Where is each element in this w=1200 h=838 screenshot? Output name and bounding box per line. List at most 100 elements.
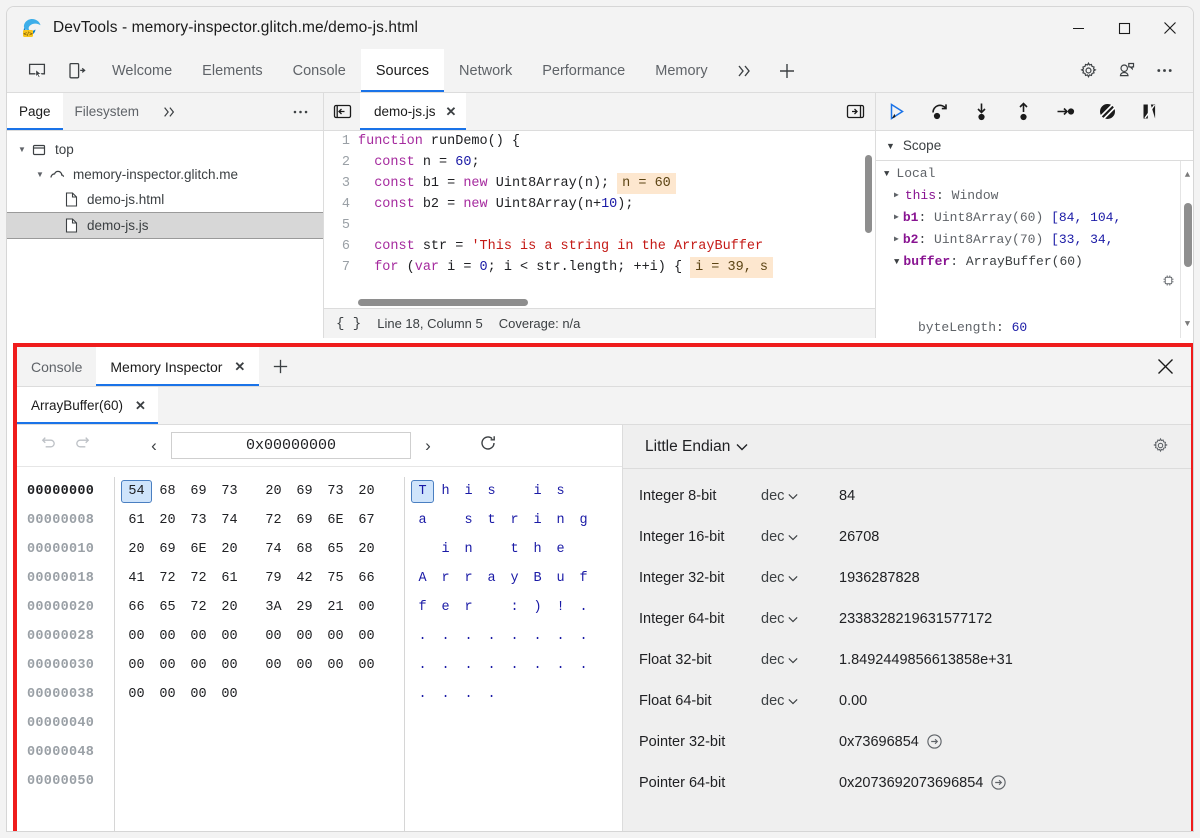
- more-options-icon[interactable]: [1145, 49, 1183, 93]
- ascii-cell[interactable]: .: [411, 687, 434, 702]
- ascii-cell[interactable]: T: [411, 480, 434, 503]
- hex-byte-cell[interactable]: 00: [152, 658, 183, 673]
- next-page-button[interactable]: ›: [411, 436, 445, 456]
- hex-byte-cell[interactable]: 20: [121, 542, 152, 557]
- ascii-cell[interactable]: .: [526, 658, 549, 673]
- hex-byte-cell[interactable]: 00: [289, 629, 320, 644]
- ascii-cell[interactable]: [572, 484, 595, 499]
- tree-node-origin[interactable]: ▼ memory-inspector.glitch.me: [7, 162, 323, 187]
- add-drawer-tab-icon[interactable]: [259, 347, 302, 386]
- ascii-cell[interactable]: :: [503, 600, 526, 615]
- hex-byte-cell[interactable]: 69: [152, 542, 183, 557]
- collapse-triangle-icon[interactable]: ▼: [894, 251, 899, 317]
- ascii-cell[interactable]: u: [549, 571, 572, 586]
- hex-byte-cell[interactable]: 74: [258, 542, 289, 557]
- hex-byte-cell[interactable]: 3A: [258, 600, 289, 615]
- editor-tab-demo-js-js[interactable]: demo-js.js ✕: [360, 93, 466, 130]
- tab-console[interactable]: Console: [278, 49, 361, 92]
- hex-dump[interactable]: 00000000 00000008 00000010 00000018 0000…: [17, 467, 622, 832]
- ascii-cell[interactable]: [480, 600, 503, 615]
- hex-byte-cell[interactable]: 41: [121, 571, 152, 586]
- scope-scrollbar[interactable]: ▲ ▼: [1180, 161, 1193, 338]
- tree-node-top[interactable]: ▼ top: [7, 137, 323, 162]
- hex-byte-cell[interactable]: 72: [152, 571, 183, 586]
- ascii-cell[interactable]: h: [434, 484, 457, 499]
- hex-byte-cell[interactable]: 00: [351, 658, 382, 673]
- feedback-icon[interactable]: [1107, 49, 1145, 93]
- hex-byte-cell[interactable]: 73: [183, 513, 214, 528]
- hex-byte-cell[interactable]: 00: [320, 629, 351, 644]
- ascii-cell[interactable]: .: [526, 629, 549, 644]
- hex-byte-cell[interactable]: 73: [214, 484, 245, 499]
- hex-byte-cell[interactable]: 00: [121, 629, 152, 644]
- gear-icon[interactable]: [1152, 437, 1169, 457]
- ascii-cell[interactable]: i: [526, 484, 549, 499]
- close-icon[interactable]: ✕: [135, 398, 146, 414]
- ascii-cell[interactable]: .: [434, 658, 457, 673]
- expand-triangle-icon[interactable]: ▶: [894, 207, 899, 229]
- ascii-cell[interactable]: .: [411, 629, 434, 644]
- hex-byte-cell[interactable]: 00: [183, 687, 214, 702]
- hex-byte-cell[interactable]: 72: [258, 513, 289, 528]
- hex-byte-cell[interactable]: 00: [152, 629, 183, 644]
- hex-byte-cell[interactable]: 21: [320, 600, 351, 615]
- ascii-cell[interactable]: i: [526, 513, 549, 528]
- ascii-cell[interactable]: e: [434, 600, 457, 615]
- hex-byte-cell[interactable]: 74: [214, 513, 245, 528]
- hex-byte-cell[interactable]: 00: [351, 600, 382, 615]
- step-out-icon[interactable]: [1002, 101, 1044, 122]
- ascii-cell[interactable]: A: [411, 571, 434, 586]
- tab-elements[interactable]: Elements: [187, 49, 277, 92]
- close-drawer-button[interactable]: [1139, 347, 1191, 386]
- ascii-cell[interactable]: f: [572, 571, 595, 586]
- ascii-cell[interactable]: y: [503, 571, 526, 586]
- scope-row-buffer[interactable]: ▼buffer: ArrayBuffer(60): [876, 251, 1193, 317]
- nav-tab-filesystem[interactable]: Filesystem: [63, 93, 152, 130]
- tree-node-demo-js-js[interactable]: demo-js.js: [7, 212, 323, 239]
- hex-byte-cell[interactable]: 61: [121, 513, 152, 528]
- hex-byte-cell[interactable]: 68: [289, 542, 320, 557]
- value-mode-dropdown[interactable]: dec: [761, 611, 839, 627]
- ascii-cell[interactable]: .: [572, 600, 595, 615]
- ascii-cell[interactable]: .: [503, 658, 526, 673]
- ascii-cell[interactable]: [411, 542, 434, 557]
- hex-byte-cell[interactable]: 00: [258, 658, 289, 673]
- ascii-cell[interactable]: i: [457, 484, 480, 499]
- hex-byte-cell[interactable]: 73: [320, 484, 351, 499]
- hex-byte-cell[interactable]: 67: [351, 513, 382, 528]
- expand-triangle-icon[interactable]: ▶: [894, 185, 899, 207]
- ascii-cell[interactable]: r: [457, 571, 480, 586]
- ascii-cell[interactable]: a: [411, 513, 434, 528]
- hex-byte-cell[interactable]: 65: [320, 542, 351, 557]
- tree-node-demo-js-html[interactable]: demo-js.html: [7, 187, 323, 212]
- device-toolbar-icon[interactable]: [57, 49, 97, 92]
- ascii-cell[interactable]: t: [480, 513, 503, 528]
- inspect-element-icon[interactable]: [17, 49, 57, 92]
- ascii-cell[interactable]: r: [434, 571, 457, 586]
- nav-more-tabs-icon[interactable]: [151, 93, 187, 130]
- hex-byte-cell[interactable]: 00: [121, 687, 152, 702]
- drawer-tab-console[interactable]: Console: [17, 347, 96, 386]
- close-icon[interactable]: ✕: [446, 104, 457, 120]
- value-mode-dropdown[interactable]: dec: [761, 488, 839, 504]
- ascii-cell[interactable]: .: [457, 629, 480, 644]
- hex-byte-cell[interactable]: 29: [289, 600, 320, 615]
- hex-byte-cell[interactable]: 20: [214, 600, 245, 615]
- pause-on-exceptions-icon[interactable]: [1128, 101, 1170, 122]
- scope-row-b2[interactable]: ▶b2: Uint8Array(70) [33, 34,: [876, 229, 1193, 251]
- ascii-cell[interactable]: a: [480, 571, 503, 586]
- tab-sources[interactable]: Sources: [361, 49, 444, 92]
- expand-triangle-icon[interactable]: ▶: [894, 229, 899, 251]
- hex-byte-cell[interactable]: 54: [121, 480, 152, 503]
- ascii-cell[interactable]: [434, 513, 457, 528]
- jump-to-address-icon[interactable]: [926, 733, 943, 750]
- maximize-button[interactable]: [1101, 7, 1147, 49]
- ascii-cell[interactable]: .: [549, 629, 572, 644]
- hex-byte-cell[interactable]: 20: [152, 513, 183, 528]
- ascii-cell[interactable]: i: [434, 542, 457, 557]
- ascii-cell[interactable]: h: [526, 542, 549, 557]
- ascii-cell[interactable]: .: [503, 629, 526, 644]
- hex-byte-cell[interactable]: 66: [121, 600, 152, 615]
- address-input[interactable]: 0x00000000: [171, 432, 411, 459]
- gear-icon[interactable]: [1069, 49, 1107, 93]
